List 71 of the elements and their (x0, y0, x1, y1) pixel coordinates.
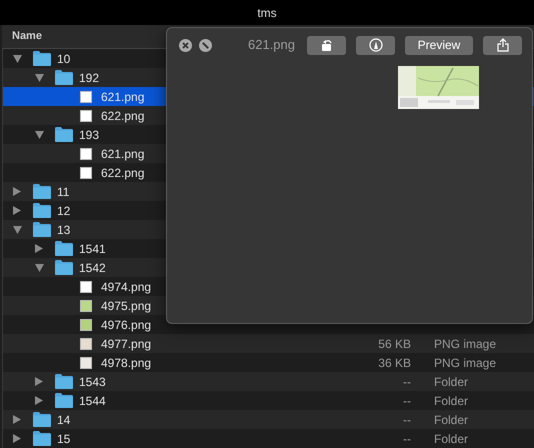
markup-pen-icon (368, 38, 382, 52)
file-name: 10 (57, 50, 70, 68)
preview-filename: 621.png (248, 36, 295, 54)
disclosure-expanded-icon[interactable] (35, 264, 44, 272)
disclosure-collapsed-icon[interactable] (13, 434, 21, 443)
folder-icon (55, 127, 73, 142)
disclosure-collapsed-icon[interactable] (13, 187, 21, 196)
file-name: 192 (79, 70, 100, 86)
file-name: 4975.png (101, 298, 152, 314)
file-size: -- (403, 432, 411, 446)
file-name: 12 (57, 202, 70, 220)
rotate-icon (320, 38, 334, 52)
file-name: 4978.png (101, 354, 152, 372)
disclosure-expanded-icon[interactable] (13, 226, 22, 234)
file-kind: PNG image (434, 356, 496, 370)
rotate-button[interactable] (307, 36, 346, 54)
file-name: 11 (57, 184, 70, 200)
disclosure-expanded-icon[interactable] (35, 74, 44, 82)
close-icon[interactable] (179, 38, 192, 52)
disclosure-collapsed-icon[interactable] (35, 396, 43, 405)
folder-icon (33, 203, 51, 218)
folder-icon (33, 184, 51, 199)
file-size: -- (403, 374, 411, 388)
folder-icon (33, 431, 51, 446)
file-name: 621.png (101, 88, 144, 106)
folder-icon (55, 374, 73, 389)
file-name: 193 (79, 126, 100, 144)
file-name: 13 (57, 222, 70, 238)
folder-icon (55, 70, 73, 85)
file-name: 4976.png (101, 316, 152, 334)
file-size: 56 KB (378, 336, 411, 350)
file-size: -- (403, 394, 411, 408)
file-size: 36 KB (378, 356, 411, 370)
file-row[interactable]: 4977.png 56 KB PNG image (3, 334, 534, 353)
folder-icon (55, 260, 73, 275)
disclosure-collapsed-icon[interactable] (13, 415, 21, 424)
window-title: tms (257, 4, 277, 22)
file-name: 1543 (79, 374, 106, 390)
share-icon (496, 38, 508, 52)
file-name: 4977.png (101, 336, 152, 352)
file-row[interactable]: 14 -- Folder (3, 410, 534, 429)
file-name: 1541 (79, 240, 106, 258)
disclosure-expanded-icon[interactable] (13, 54, 22, 62)
file-name: 14 (57, 412, 70, 428)
share-button[interactable] (483, 36, 522, 54)
file-kind: PNG image (434, 336, 496, 350)
disclosure-collapsed-icon[interactable] (35, 377, 43, 386)
file-name: 1544 (79, 392, 106, 410)
file-kind: Folder (434, 374, 468, 388)
folder-icon (33, 222, 51, 237)
file-name: 622.png (101, 108, 144, 124)
disclosure-collapsed-icon[interactable] (35, 244, 43, 253)
file-kind: Folder (434, 412, 468, 426)
file-name: 1542 (79, 260, 106, 276)
file-size: -- (403, 412, 411, 426)
file-kind: Folder (434, 432, 468, 446)
file-name: 622.png (101, 164, 144, 182)
folder-icon (55, 393, 73, 408)
file-kind: Folder (434, 394, 468, 408)
file-row[interactable]: 1543 -- Folder (3, 372, 534, 391)
column-heading[interactable]: Name (12, 28, 42, 45)
file-name: 621.png (101, 146, 144, 162)
markup-button[interactable] (356, 36, 395, 54)
folder-icon (33, 51, 51, 66)
folder-icon (55, 241, 73, 256)
open-preview-button[interactable]: Preview (405, 36, 473, 54)
file-name: 4974.png (101, 278, 152, 296)
disclosure-expanded-icon[interactable] (35, 130, 44, 138)
disclosure-collapsed-icon[interactable] (13, 206, 21, 215)
folder-icon (33, 412, 51, 427)
file-name: 15 (57, 430, 70, 448)
